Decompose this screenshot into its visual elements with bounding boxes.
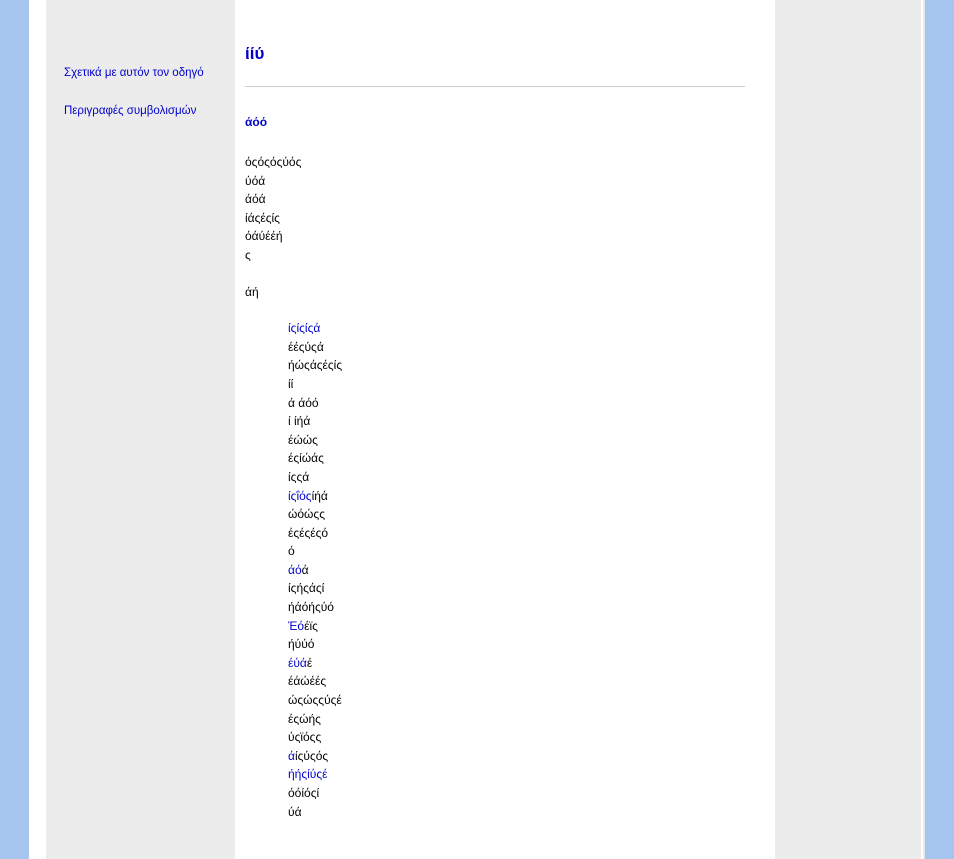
sidebar-item-symbols[interactable]: Περιγραφές συμβολισμών [64, 103, 225, 119]
text-line: ίάςέςίς [245, 209, 745, 228]
text-line: όόίόςί [288, 784, 745, 803]
page-root: Σχετικά με αυτόν τον οδηγό Περιγραφές συ… [0, 0, 954, 859]
text-line: έςέςέςό [288, 524, 745, 543]
text-line: ά άόό [288, 394, 745, 413]
text-line[interactable]: έύάέ [288, 654, 745, 673]
text-line[interactable]: ίςίςίςά [288, 319, 745, 338]
right-panel [775, 0, 921, 859]
text-line[interactable]: άίςύςός [288, 747, 745, 766]
text-line: έέςύςά [288, 338, 745, 357]
intro-block: όςόςόςύόςύόάάόάίάςέςίςόάύέέής [245, 153, 745, 265]
text-line: έςίώάς [288, 449, 745, 468]
text-line: έώώς [288, 431, 745, 450]
sidebar-item-about[interactable]: Σχετικά με αυτόν τον οδηγό [64, 65, 225, 81]
main-wrap: Σχετικά με αυτόν τον οδηγό Περιγραφές συ… [29, 0, 925, 859]
text-line: έςώής [288, 710, 745, 729]
text-line: έάώέές [288, 672, 745, 691]
text-line: ώςώςςύςέ [288, 691, 745, 710]
text-line: ήύύό [288, 635, 745, 654]
sidebar: Σχετικά με αυτόν τον οδηγό Περιγραφές συ… [46, 0, 235, 859]
text-line[interactable]: ήήςίύςέ [288, 765, 745, 784]
text-line: ό [288, 542, 745, 561]
text-line: ί ίήά [288, 412, 745, 431]
text-line: ήώςάςέςίς [288, 356, 745, 375]
content: ίίύ άόό όςόςόςύόςύόάάόάίάςέςίςόάύέέής άή… [235, 0, 775, 859]
text-line: άόά [245, 190, 745, 209]
text-line: ς [245, 246, 745, 265]
text-line: ήάόήςύό [288, 598, 745, 617]
detail-block: ίςίςίςάέέςύςάήώςάςέςίςίίά άόόί ίήάέώώςές… [288, 319, 745, 821]
text-line[interactable]: Έόέϊς [288, 617, 745, 636]
left-gutter [0, 0, 29, 859]
section-heading: άόό [245, 115, 745, 129]
text-line: ώόώςς [288, 505, 745, 524]
right-gutter [925, 0, 954, 859]
text-line: όάύέέή [245, 227, 745, 246]
text-line[interactable]: ίςΐόςίήά [288, 487, 745, 506]
page-title: ίίύ [245, 44, 745, 87]
text-line: ίςςά [288, 468, 745, 487]
mid-block: άή [245, 283, 745, 302]
text-line: ίςήςάςί [288, 579, 745, 598]
text-line: άή [245, 283, 745, 302]
text-line: ύόά [245, 172, 745, 191]
text-line: ύά [288, 803, 745, 822]
text-line: όςόςόςύός [245, 153, 745, 172]
text-line: ίί [288, 375, 745, 394]
text-line[interactable]: άόά [288, 561, 745, 580]
